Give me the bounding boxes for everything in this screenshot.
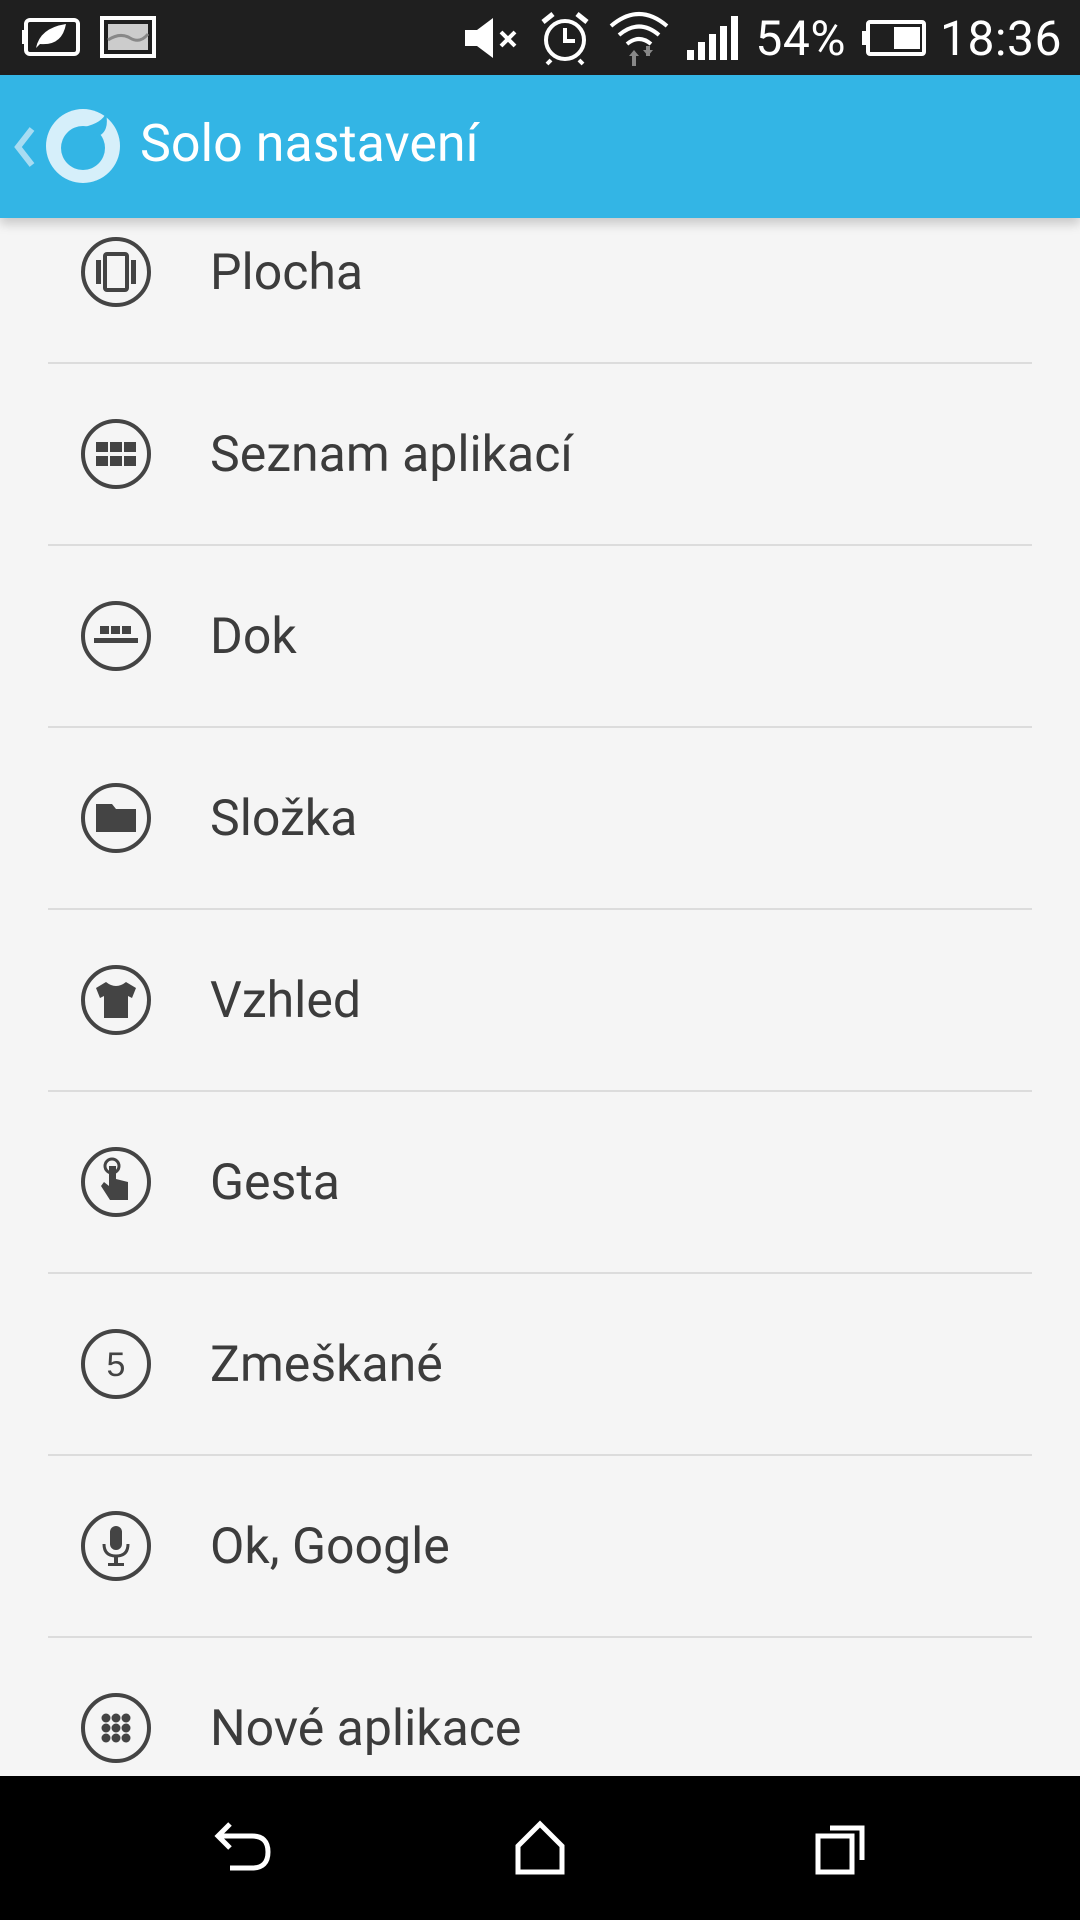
battery-saver-icon [22, 14, 84, 60]
list-item-seznam-aplikaci[interactable]: Seznam aplikací [0, 364, 1080, 546]
navigation-bar [0, 1776, 1080, 1920]
list-item-nove-aplikace[interactable]: Nové aplikace [0, 1638, 1080, 1776]
clock: 18:36 [939, 9, 1062, 67]
missed-count: 5 [107, 1346, 126, 1384]
mute-icon [461, 14, 523, 62]
missed-badge-icon: 5 [80, 1328, 152, 1400]
list-item-label: Vzhled [210, 972, 362, 1030]
shirt-icon [80, 964, 152, 1036]
list-item-label: Plocha [210, 244, 364, 302]
screen: 54% 18:36 Solo nastavení Plocha Seznam a… [0, 0, 1080, 1920]
solo-launcher-logo-icon[interactable] [44, 107, 122, 185]
settings-list: Plocha Seznam aplikací Dok Složka Vzhled… [0, 218, 1080, 1776]
list-item-vzhled[interactable]: Vzhled [0, 910, 1080, 1092]
new-apps-icon [80, 1692, 152, 1764]
list-item-gesta[interactable]: Gesta [0, 1092, 1080, 1274]
battery-percent: 54% [755, 9, 846, 67]
list-item-label: Gesta [210, 1154, 340, 1212]
back-icon[interactable] [198, 1806, 282, 1890]
list-item-label: Složka [210, 790, 358, 848]
screenshot-icon [100, 14, 156, 60]
gesture-icon [80, 1146, 152, 1218]
list-item-label: Ok, Google [210, 1518, 450, 1576]
microphone-icon [80, 1510, 152, 1582]
list-item-dok[interactable]: Dok [0, 546, 1080, 728]
app-grid-icon [80, 418, 152, 490]
list-item-label: Nové aplikace [210, 1700, 522, 1758]
signal-icon [685, 14, 741, 62]
page-title: Solo nastavení [140, 113, 479, 174]
list-item-label: Dok [210, 608, 297, 666]
home-icon[interactable] [498, 1806, 582, 1890]
list-item-zmeskane[interactable]: 5 Zmeškané [0, 1274, 1080, 1456]
list-item-plocha[interactable]: Plocha [0, 218, 1080, 364]
list-item-slozka[interactable]: Složka [0, 728, 1080, 910]
wifi-icon [607, 8, 671, 68]
alarm-icon [537, 10, 593, 66]
app-bar: Solo nastavení [0, 75, 1080, 218]
dock-icon [80, 600, 152, 672]
up-navigation-icon[interactable] [12, 125, 36, 169]
list-item-ok-google[interactable]: Ok, Google [0, 1456, 1080, 1638]
list-item-label: Zmeškané [210, 1336, 443, 1394]
battery-icon [860, 18, 926, 58]
recents-icon[interactable] [798, 1806, 882, 1890]
desktop-icon [80, 236, 152, 308]
status-bar: 54% 18:36 [0, 0, 1080, 75]
folder-icon [80, 782, 152, 854]
list-item-label: Seznam aplikací [210, 426, 573, 484]
